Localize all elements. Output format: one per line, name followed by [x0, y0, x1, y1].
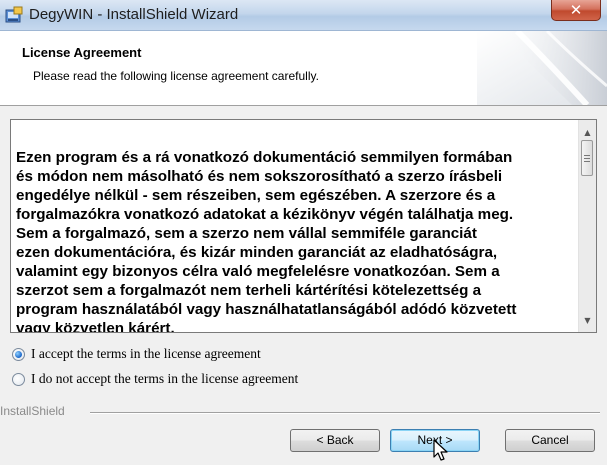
decline-radio[interactable]: [12, 372, 25, 386]
decline-option[interactable]: I do not accept the terms in the license…: [12, 371, 298, 387]
license-text-box[interactable]: Ezen program és a rá vonatkozó dokumentá…: [10, 119, 597, 333]
vertical-scrollbar[interactable]: ▲ ▼: [578, 120, 596, 332]
banner-graphic: [477, 31, 607, 105]
license-line: forgalmazókra vonatkozó adatokat a kézik…: [16, 206, 514, 223]
accept-radio[interactable]: [12, 347, 25, 361]
page-subtitle: Please read the following license agreem…: [33, 69, 319, 83]
mouse-cursor-icon: [433, 439, 448, 461]
scroll-up-arrow-icon[interactable]: ▲: [579, 124, 596, 141]
license-line: valamint egy bizonyos célra való megfele…: [16, 263, 500, 280]
title-bar[interactable]: DegyWIN - InstallShield Wizard ✕: [0, 0, 607, 31]
close-button[interactable]: ✕: [551, 0, 601, 21]
installer-icon: [5, 6, 23, 23]
license-text: Ezen program és a rá vonatkozó dokumentá…: [16, 148, 576, 333]
cancel-button[interactable]: Cancel: [505, 429, 595, 452]
header-banner: License Agreement Please read the follow…: [0, 31, 607, 106]
installshield-wizard-window: DegyWIN - InstallShield Wizard ✕ License…: [0, 0, 607, 465]
back-button[interactable]: < Back: [290, 429, 380, 452]
license-line: ezen dokumentációra, és kizár minden gar…: [16, 244, 498, 261]
scroll-down-arrow-icon[interactable]: ▼: [579, 312, 596, 329]
license-line: Sem a forgalmazó, sem a szerzo nem válla…: [16, 225, 477, 242]
footer-divider: [90, 412, 600, 414]
page-title: License Agreement: [22, 45, 142, 60]
license-line: és módon nem másolható és nem sokszorosí…: [16, 168, 503, 185]
window-title: DegyWIN - InstallShield Wizard: [29, 6, 239, 23]
accept-option[interactable]: I accept the terms in the license agreem…: [12, 346, 261, 362]
license-line: vagy közvetlen kárért.: [16, 320, 175, 333]
license-line: engedélye nélkül - sem részeiben, sem eg…: [16, 187, 496, 204]
installshield-brand: InstallShield: [0, 404, 65, 418]
grip-line: [584, 161, 590, 162]
accept-label[interactable]: I accept the terms in the license agreem…: [31, 346, 261, 362]
close-icon: ✕: [569, 1, 583, 19]
license-line: szerzot sem a forgalmazót nem terheli ká…: [16, 282, 482, 299]
grip-line: [584, 155, 590, 156]
scroll-thumb[interactable]: [581, 140, 593, 176]
decline-label[interactable]: I do not accept the terms in the license…: [31, 371, 298, 387]
license-line: program használatából vagy használhatatl…: [16, 301, 517, 318]
grip-line: [584, 158, 590, 159]
license-line: Ezen program és a rá vonatkozó dokumentá…: [16, 149, 513, 166]
